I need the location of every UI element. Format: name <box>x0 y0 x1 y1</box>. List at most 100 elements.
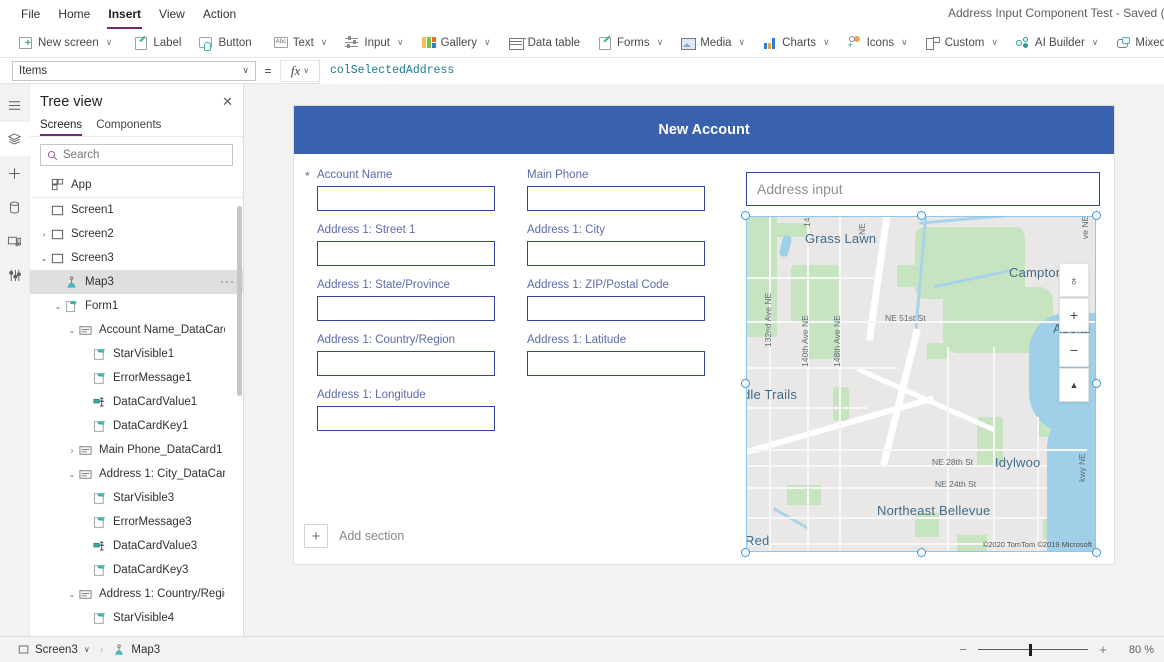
tree-item-datacardvalue1[interactable]: DataCardValue1 <box>30 390 243 414</box>
ribbon-mixed-reality[interactable]: Mixed Reality ∨ <box>1107 31 1164 55</box>
state-province-input[interactable] <box>317 296 495 321</box>
ribbon-new-screen[interactable]: New screen ∨ <box>10 31 121 55</box>
ribbon-label[interactable]: Label <box>125 31 190 55</box>
tree-item-datacardvalue3[interactable]: DataCardValue3 <box>30 534 243 558</box>
tree-item-errormessage3[interactable]: ErrorMessage3 <box>30 510 243 534</box>
breadcrumb-screen3[interactable]: Screen3 ∨ <box>10 644 98 656</box>
zip-postal-input[interactable] <box>527 296 705 321</box>
account-name-input[interactable] <box>317 186 495 211</box>
resize-handle-bottom-left[interactable] <box>741 548 750 557</box>
breadcrumb-map3[interactable]: Map3 <box>105 644 168 656</box>
icons-icon <box>848 36 862 50</box>
tree-item-starvisible3[interactable]: StarVisible3 <box>30 486 243 510</box>
map-zoom-in-button[interactable]: + <box>1059 298 1089 332</box>
datacard-icon <box>78 468 93 481</box>
media-icon[interactable] <box>0 224 30 258</box>
map-zoom-out-button[interactable]: − <box>1059 333 1089 367</box>
map-pitch-button[interactable]: ▲ <box>1059 368 1089 402</box>
search-icon <box>47 150 58 161</box>
hamburger-menu-icon[interactable] <box>0 88 30 122</box>
property-select[interactable]: Items ∨ <box>12 61 256 81</box>
resize-handle-bottom-center[interactable] <box>917 548 926 557</box>
menu-item-insert[interactable]: Insert <box>99 2 150 26</box>
menu-item-home[interactable]: Home <box>49 2 99 26</box>
ribbon-icons[interactable]: Icons ∨ <box>839 31 917 55</box>
tab-components[interactable]: Components <box>96 116 161 136</box>
tree-item-screen3[interactable]: ⌄Screen3 <box>30 246 243 270</box>
tree-scrollbar[interactable] <box>237 206 242 396</box>
menu-item-file[interactable]: File <box>12 2 49 26</box>
latitude-input[interactable] <box>527 351 705 376</box>
tree-item-screen1[interactable]: Screen1 <box>30 198 243 222</box>
advanced-tools-icon[interactable] <box>0 258 30 292</box>
resize-handle-middle-right[interactable] <box>1092 379 1101 388</box>
ribbon-ai-builder[interactable]: AI Builder ∨ <box>1007 31 1107 55</box>
tree-item-map3[interactable]: Map3··· <box>30 270 243 294</box>
ribbon-custom[interactable]: Custom ∨ <box>917 31 1007 55</box>
fx-button[interactable]: fx ∨ <box>280 60 320 82</box>
tree-item-starvisible4[interactable]: StarVisible4 <box>30 606 243 630</box>
tree-item-starvisible1[interactable]: StarVisible1 <box>30 342 243 366</box>
charts-icon <box>763 36 777 50</box>
ribbon-forms[interactable]: Forms ∨ <box>589 31 672 55</box>
tree-item-errormessage1[interactable]: ErrorMessage1 <box>30 366 243 390</box>
tree-item-datacardkey3[interactable]: DataCardKey3 <box>30 558 243 582</box>
tree-item-address-1-country-region-datacard[interactable]: ⌄Address 1: Country/Region_DataCard <box>30 582 243 606</box>
search-input[interactable]: Search <box>40 144 233 166</box>
chevron-down-icon[interactable]: ⌄ <box>38 254 50 263</box>
street1-input[interactable] <box>317 241 495 266</box>
add-section-button[interactable]: + Add section <box>304 524 404 548</box>
main-phone-input[interactable] <box>527 186 705 211</box>
chevron-right-icon[interactable]: › <box>38 230 50 239</box>
chevron-down-icon[interactable]: ⌄ <box>52 302 64 311</box>
map-canvas[interactable]: Grass LawnCamptonAdelaidle TrailsIdylwoo… <box>746 216 1096 552</box>
resize-handle-top-right[interactable] <box>1092 211 1101 220</box>
resize-handle-top-center[interactable] <box>917 211 926 220</box>
ribbon-gallery[interactable]: Gallery ∨ <box>413 31 500 55</box>
menu-item-action[interactable]: Action <box>194 2 245 26</box>
close-icon[interactable]: ✕ <box>222 96 233 108</box>
formula-input[interactable]: colSelectedAddress <box>320 58 1164 84</box>
zoom-in-button[interactable]: + <box>1097 644 1109 656</box>
tree-item-app[interactable]: App <box>30 172 243 198</box>
ribbon-data-table[interactable]: Data table <box>500 31 589 55</box>
data-sources-icon[interactable] <box>0 190 30 224</box>
country-region-input[interactable] <box>317 351 495 376</box>
address-input-control[interactable]: Address input <box>746 172 1100 206</box>
tree-item-address-1-city-datacard1[interactable]: ⌄Address 1: City_DataCard1 <box>30 462 243 486</box>
ribbon-text[interactable]: Text ∨ <box>265 31 337 55</box>
chevron-down-icon[interactable]: ⌄ <box>66 470 78 479</box>
tree-item-screen2[interactable]: ›Screen2 <box>30 222 243 246</box>
tree-view-header: Tree view ✕ <box>30 84 243 116</box>
ribbon-input[interactable]: Input ∨ <box>336 31 412 55</box>
tree-item-main-phone-datacard1[interactable]: ›Main Phone_DataCard1 <box>30 438 243 462</box>
tab-screens[interactable]: Screens <box>40 116 82 136</box>
resize-handle-middle-left[interactable] <box>741 379 750 388</box>
main-body: Tree view ✕ Screens Components Search Ap… <box>0 84 1164 636</box>
map-compass-button[interactable]: ♁ <box>1059 263 1089 297</box>
zoom-slider[interactable] <box>978 644 1088 656</box>
map-control[interactable]: Grass LawnCamptonAdelaidle TrailsIdylwoo… <box>746 216 1096 552</box>
chevron-right-icon[interactable]: › <box>66 446 78 455</box>
more-options-icon[interactable]: ··· <box>220 275 235 287</box>
resize-handle-bottom-right[interactable] <box>1092 548 1101 557</box>
longitude-input[interactable] <box>317 406 495 431</box>
tree-item-errormessage4[interactable]: ErrorMessage4 <box>30 630 243 636</box>
tree-item-datacardkey1[interactable]: DataCardKey1 <box>30 414 243 438</box>
tree-view-icon[interactable] <box>0 122 30 156</box>
tree-item-account-name-datacard1[interactable]: ⌄Account Name_DataCard1 <box>30 318 243 342</box>
ribbon-media[interactable]: Media ∨ <box>672 31 754 55</box>
app-title: Address Input Component Test - Saved (Un… <box>948 6 1164 20</box>
ribbon-charts[interactable]: Charts ∨ <box>754 31 838 55</box>
menu-item-view[interactable]: View <box>150 2 194 26</box>
zoom-out-button[interactable]: − <box>957 644 969 656</box>
chevron-down-icon[interactable]: ⌄ <box>66 326 78 335</box>
ribbon-button[interactable]: Button <box>190 31 260 55</box>
chevron-down-icon[interactable]: ⌄ <box>66 590 78 599</box>
tree-item-form1[interactable]: ⌄Form1 <box>30 294 243 318</box>
zoom-slider-thumb[interactable] <box>1029 644 1033 656</box>
city-input[interactable] <box>527 241 705 266</box>
resize-handle-top-left[interactable] <box>741 211 750 220</box>
insert-plus-icon[interactable] <box>0 156 30 190</box>
map-road <box>747 449 1087 451</box>
